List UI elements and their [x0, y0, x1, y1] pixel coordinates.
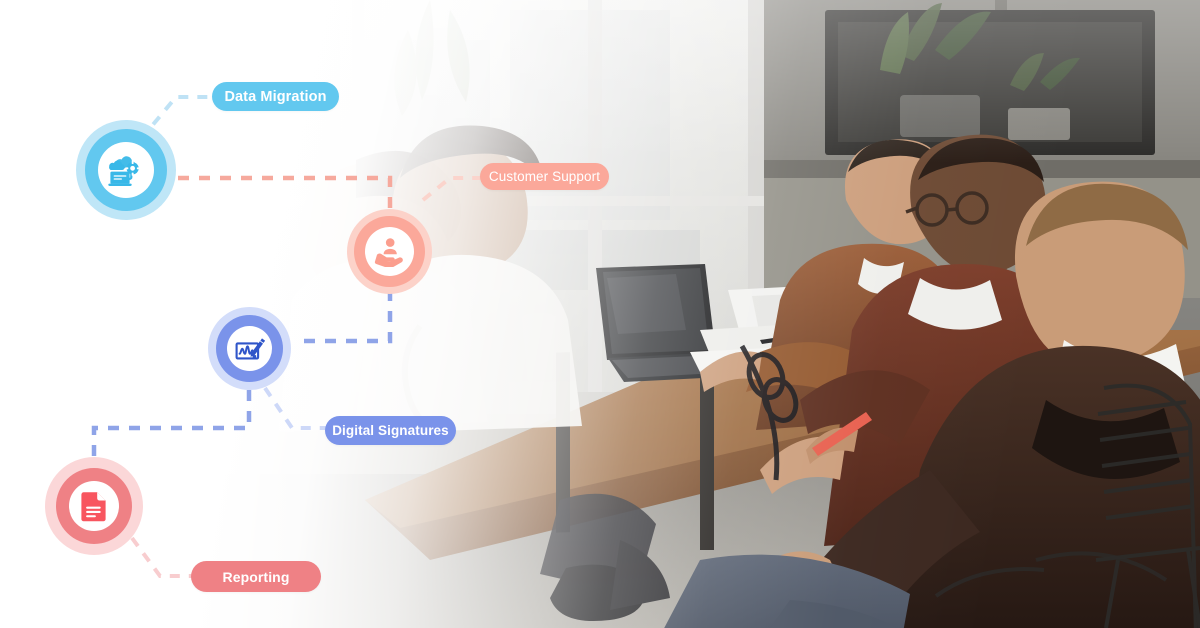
pill-data-migration[interactable]: Data Migration: [212, 82, 339, 111]
feature-diagram-graphic: Data Migration Customer Support Digital …: [0, 0, 1200, 628]
pill-digital-signatures[interactable]: Digital Signatures: [325, 416, 456, 445]
node-icon-wrap: [69, 481, 119, 531]
node-icon-wrap: [98, 142, 154, 198]
background-photo: [0, 0, 1200, 628]
pill-label: Reporting: [222, 568, 290, 585]
node-reporting[interactable]: [45, 457, 143, 555]
signature-pen-icon: [235, 337, 265, 359]
node-customer-support[interactable]: [347, 209, 432, 294]
support-hand-person-icon: [374, 237, 403, 267]
node-digital-signatures[interactable]: [208, 307, 291, 390]
node-icon-wrap: [227, 326, 272, 371]
node-data-migration[interactable]: [76, 120, 176, 220]
pill-label: Digital Signatures: [332, 423, 449, 438]
node-icon-wrap: [365, 227, 414, 276]
pill-label: Customer Support: [488, 169, 601, 184]
pill-reporting[interactable]: Reporting: [191, 561, 321, 592]
pill-label: Data Migration: [224, 88, 327, 105]
pill-customer-support[interactable]: Customer Support: [480, 163, 609, 190]
cloud-migration-icon: [108, 156, 140, 186]
report-document-icon: [80, 491, 106, 521]
